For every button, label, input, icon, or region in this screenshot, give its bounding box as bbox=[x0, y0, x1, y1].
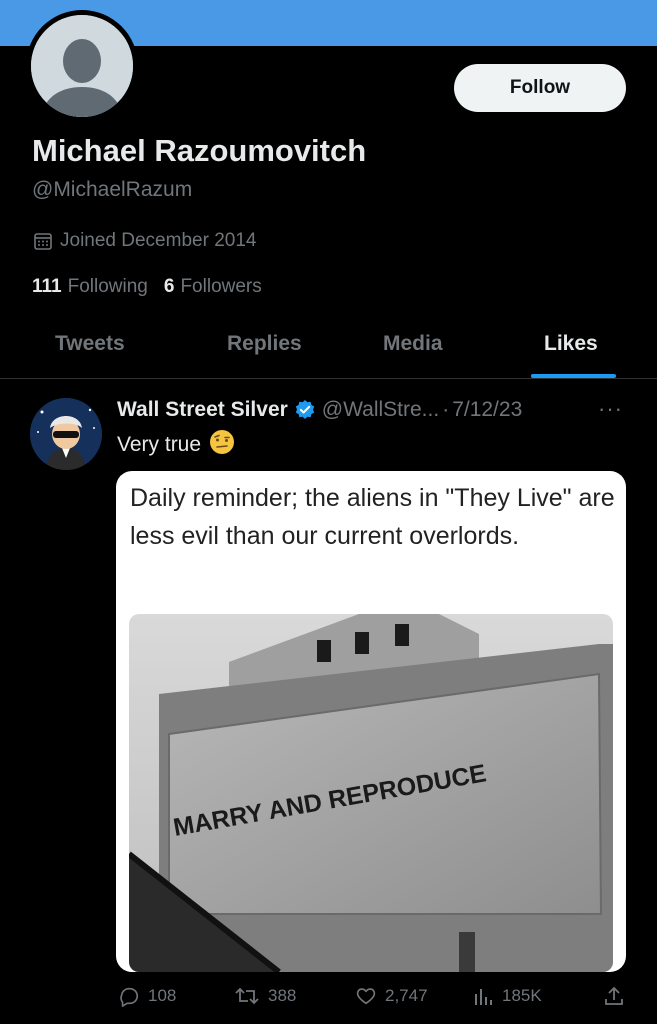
raised-eyebrow-emoji-icon bbox=[209, 429, 235, 461]
like-count: 2,747 bbox=[385, 986, 428, 1005]
views-button[interactable]: 185K bbox=[472, 985, 542, 1007]
share-icon bbox=[605, 986, 623, 1005]
tab-tweets[interactable]: Tweets bbox=[55, 332, 125, 356]
tweet-author-avatar[interactable] bbox=[30, 398, 102, 470]
active-tab-indicator bbox=[531, 374, 616, 378]
tweet-text-row: Very true bbox=[117, 429, 235, 461]
views-count: 185K bbox=[502, 986, 542, 1005]
tweet-header: Wall Street Silver @WallStre... · 7/12/2… bbox=[117, 396, 522, 424]
meta-separator: · bbox=[442, 398, 450, 421]
followers-link[interactable]: 6 Followers bbox=[164, 276, 262, 298]
following-label: Following bbox=[67, 276, 148, 297]
views-chart-icon bbox=[475, 989, 492, 1005]
profile-name: Michael Razoumovitch bbox=[32, 133, 367, 168]
tweet-media-card[interactable]: Daily reminder; the aliens in "They Live… bbox=[116, 471, 626, 972]
tweet-text: Very true bbox=[117, 433, 202, 456]
tweet-date[interactable]: 7/12/23 bbox=[452, 398, 522, 422]
tweet-author-handle[interactable]: @WallStre... bbox=[322, 398, 439, 422]
following-count: 111 bbox=[32, 276, 62, 297]
joined-date: Joined December 2014 bbox=[33, 230, 256, 252]
heart-icon bbox=[356, 988, 376, 1005]
card-caption-text: Daily reminder; the aliens in "They Live… bbox=[130, 484, 615, 550]
followers-count: 6 bbox=[163, 276, 175, 297]
tab-media[interactable]: Media bbox=[383, 332, 443, 356]
tab-replies[interactable]: Replies bbox=[227, 332, 302, 356]
following-link[interactable]: 111 Following bbox=[32, 276, 148, 298]
reply-button[interactable]: 108 bbox=[118, 985, 176, 1007]
follow-stats: 111 Following 6 Followers bbox=[32, 276, 278, 298]
retweet-count: 388 bbox=[268, 986, 297, 1005]
profile-avatar[interactable] bbox=[26, 10, 138, 122]
profile-tabs: Tweets Replies Media Likes bbox=[0, 320, 657, 379]
ellipsis-icon[interactable]: ··· bbox=[598, 396, 623, 422]
calendar-icon bbox=[34, 233, 52, 250]
tab-likes[interactable]: Likes bbox=[544, 332, 598, 356]
default-avatar-icon bbox=[31, 15, 133, 117]
profile-handle: @MichaelRazum bbox=[32, 178, 193, 201]
tweet-author-name[interactable]: Wall Street Silver bbox=[117, 398, 288, 422]
follow-button[interactable]: Follow bbox=[454, 64, 626, 112]
like-button[interactable]: 2,747 bbox=[355, 985, 428, 1007]
share-button[interactable] bbox=[603, 985, 633, 1007]
verified-badge-icon bbox=[294, 399, 316, 421]
retweet-icon bbox=[235, 987, 259, 1005]
tweet-actions-bar: 108 388 2,747 185K bbox=[0, 985, 657, 1015]
retweet-button[interactable]: 388 bbox=[234, 985, 296, 1007]
they-live-billboard-photo: MARRY AND REPRODUCE bbox=[129, 614, 613, 972]
followers-label: Followers bbox=[180, 276, 262, 297]
joined-label: Joined December 2014 bbox=[60, 230, 257, 251]
reply-icon bbox=[120, 987, 139, 1007]
reply-count: 108 bbox=[148, 986, 177, 1005]
